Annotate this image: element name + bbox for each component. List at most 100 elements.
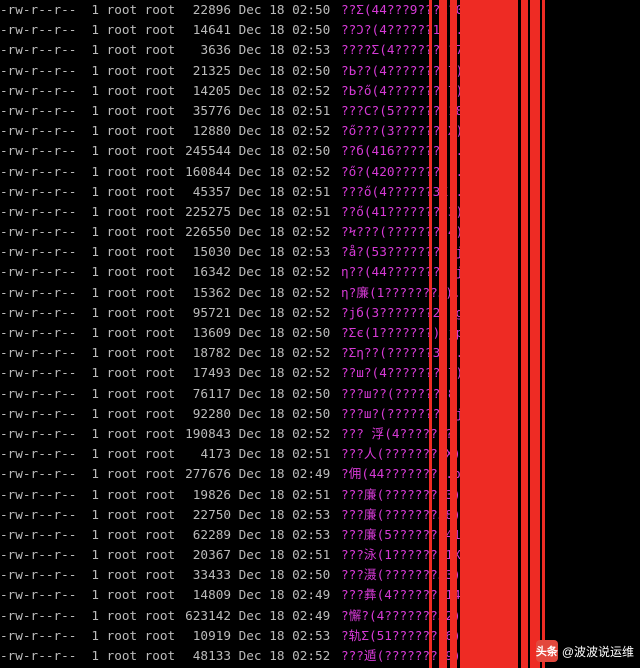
file-size: 160844 [175,162,231,182]
permissions: -rw-r--r-- [0,525,84,545]
file-size: 21325 [175,61,231,81]
file-date: Dec 18 02:49 [231,585,341,605]
group: root [137,565,175,585]
owner: root [99,61,137,81]
owner: root [99,485,137,505]
file-date: Dec 18 02:52 [231,222,341,242]
link-count: 1 [84,81,99,101]
group: root [137,363,175,383]
group: root [137,40,175,60]
owner: root [99,525,137,545]
group: root [137,404,175,424]
link-count: 1 [84,424,99,444]
occlusion-bar [542,0,545,668]
file-date: Dec 18 02:51 [231,202,341,222]
permissions: -rw-r--r-- [0,646,84,666]
file-date: Dec 18 02:49 [231,464,341,484]
file-name: ?ϳб(3???????2).gif [341,305,479,320]
owner: root [99,182,137,202]
file-date: Dec 18 02:52 [231,343,341,363]
permissions: -rw-r--r-- [0,202,84,222]
permissions: -rw-r--r-- [0,182,84,202]
watermark: 头条 @波波说运维 [536,640,634,662]
link-count: 1 [84,464,99,484]
link-count: 1 [84,182,99,202]
owner: root [99,323,137,343]
owner: root [99,646,137,666]
file-date: Dec 18 02:52 [231,363,341,383]
link-count: 1 [84,0,99,20]
file-date: Dec 18 02:50 [231,565,341,585]
file-size: 76117 [175,384,231,404]
file-date: Dec 18 02:50 [231,20,341,40]
file-date: Dec 18 02:50 [231,0,341,20]
owner: root [99,565,137,585]
owner: root [99,464,137,484]
file-size: 45357 [175,182,231,202]
file-size: 226550 [175,222,231,242]
group: root [137,0,175,20]
permissions: -rw-r--r-- [0,545,84,565]
file-size: 13609 [175,323,231,343]
group: root [137,384,175,404]
file-date: Dec 18 02:52 [231,81,341,101]
group: root [137,525,175,545]
link-count: 1 [84,565,99,585]
file-size: 277676 [175,464,231,484]
owner: root [99,202,137,222]
link-count: 1 [84,202,99,222]
permissions: -rw-r--r-- [0,101,84,121]
link-count: 1 [84,262,99,282]
file-size: 22896 [175,0,231,20]
owner: root [99,222,137,242]
file-date: Dec 18 02:52 [231,262,341,282]
link-count: 1 [84,323,99,343]
owner: root [99,404,137,424]
permissions: -rw-r--r-- [0,262,84,282]
owner: root [99,242,137,262]
file-size: 17493 [175,363,231,383]
permissions: -rw-r--r-- [0,162,84,182]
file-size: 16342 [175,262,231,282]
owner: root [99,363,137,383]
owner: root [99,626,137,646]
permissions: -rw-r--r-- [0,61,84,81]
link-count: 1 [84,121,99,141]
file-date: Dec 18 02:50 [231,323,341,343]
watermark-logo-icon: 头条 [536,640,558,662]
link-count: 1 [84,585,99,605]
permissions: -rw-r--r-- [0,626,84,646]
permissions: -rw-r--r-- [0,81,84,101]
file-size: 20367 [175,545,231,565]
file-size: 14641 [175,20,231,40]
group: root [137,343,175,363]
group: root [137,323,175,343]
group: root [137,182,175,202]
file-size: 14809 [175,585,231,605]
link-count: 1 [84,343,99,363]
link-count: 1 [84,40,99,60]
link-count: 1 [84,222,99,242]
link-count: 1 [84,606,99,626]
file-date: Dec 18 02:52 [231,162,341,182]
file-date: Dec 18 02:52 [231,303,341,323]
link-count: 1 [84,242,99,262]
file-size: 33433 [175,565,231,585]
permissions: -rw-r--r-- [0,222,84,242]
owner: root [99,505,137,525]
file-date: Dec 18 02:50 [231,61,341,81]
permissions: -rw-r--r-- [0,20,84,40]
group: root [137,81,175,101]
permissions: -rw-r--r-- [0,121,84,141]
file-date: Dec 18 02:53 [231,40,341,60]
permissions: -rw-r--r-- [0,444,84,464]
link-count: 1 [84,404,99,424]
link-count: 1 [84,485,99,505]
permissions: -rw-r--r-- [0,141,84,161]
file-size: 12880 [175,121,231,141]
owner: root [99,81,137,101]
file-size: 10919 [175,626,231,646]
group: root [137,202,175,222]
link-count: 1 [84,303,99,323]
link-count: 1 [84,384,99,404]
